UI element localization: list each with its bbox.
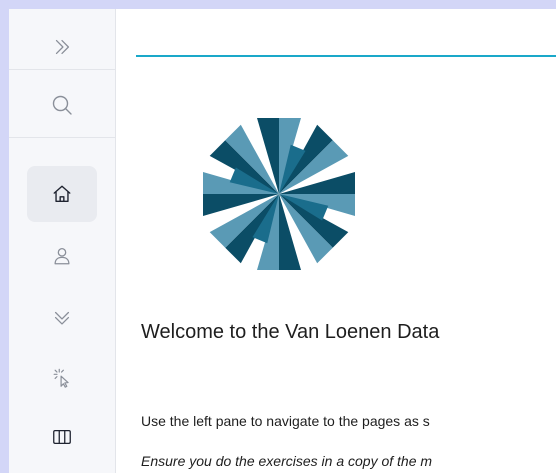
columns-icon: [53, 429, 71, 445]
user-icon: [54, 248, 70, 265]
main-content: Welcome to the Van Loenen Data Use the l…: [116, 9, 556, 473]
search-icon: [52, 95, 72, 115]
sidebar-divider: [9, 69, 115, 70]
sidebar-item-user[interactable]: [27, 228, 97, 284]
sidebar-item-interact[interactable]: [27, 350, 97, 406]
sidebar-divider: [9, 137, 115, 138]
exercise-note: Ensure you do the exercises in a copy of…: [141, 453, 433, 469]
cursor-click-icon: [53, 368, 69, 388]
sidebar-item-home[interactable]: [27, 166, 97, 222]
sidebar: [9, 9, 116, 473]
home-icon: [53, 185, 71, 203]
chevrons-right-icon: [55, 39, 70, 55]
header-divider: [136, 55, 556, 57]
app-frame: Welcome to the Van Loenen Data Use the l…: [9, 9, 556, 473]
sidebar-search-button[interactable]: [27, 77, 97, 133]
welcome-heading: Welcome to the Van Loenen Data: [141, 321, 440, 343]
sidebar-expand-button[interactable]: [27, 19, 97, 75]
intro-paragraph: Use the left pane to navigate to the pag…: [141, 413, 430, 429]
logo: [203, 118, 355, 270]
sidebar-item-columns[interactable]: [27, 409, 97, 465]
chevrons-down-icon: [54, 311, 70, 325]
sidebar-item-collapse[interactable]: [27, 290, 97, 346]
